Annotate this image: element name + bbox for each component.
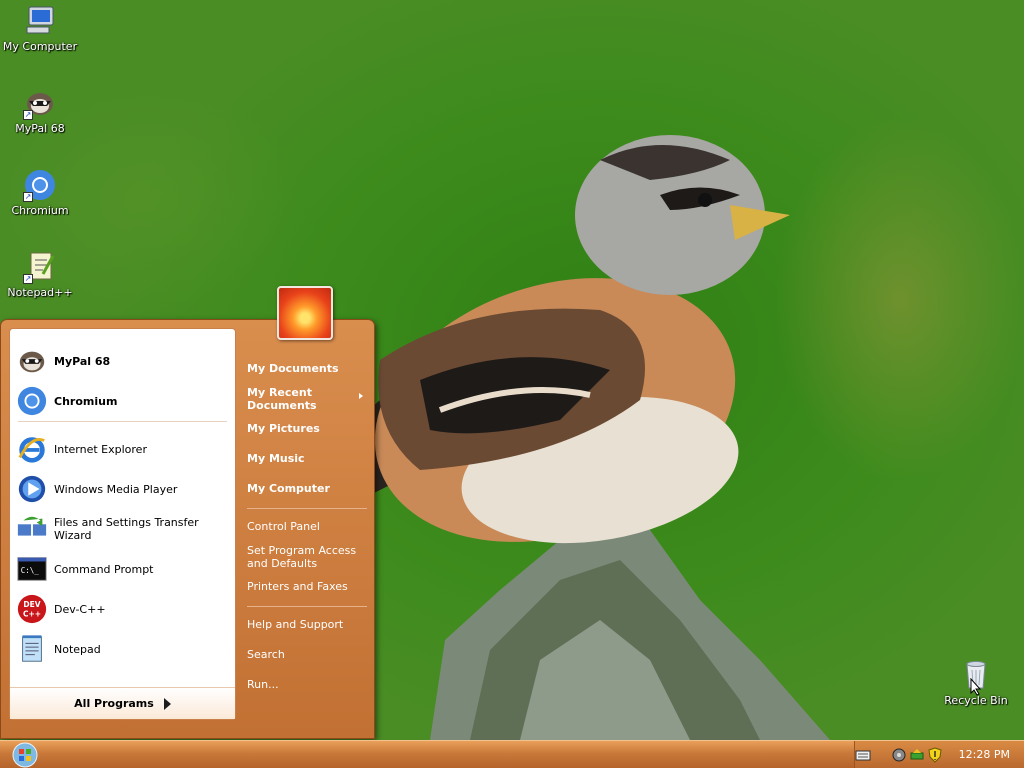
start-place-run[interactable]: Run... [247, 678, 371, 691]
start-item-internet-explorer[interactable]: Internet Explorer [16, 431, 231, 467]
desktop-icon-mypal[interactable]: ↗ MyPal 68 [0, 86, 80, 135]
safely-remove-icon[interactable] [909, 747, 925, 763]
windows-logo-icon [12, 742, 38, 768]
start-item-label: Internet Explorer [54, 442, 147, 456]
taskbar: 12:28 PM [0, 740, 1024, 768]
shortcut-arrow-icon: ↗ [23, 192, 33, 202]
mypal-icon: ↗ [23, 86, 57, 120]
command-prompt-icon: C:\_ [16, 553, 48, 585]
start-item-label: MyPal 68 [54, 354, 111, 368]
start-item-label: Notepad [54, 642, 101, 656]
security-shield-icon[interactable] [927, 747, 943, 763]
desktop-icon-label: Chromium [11, 204, 69, 217]
chromium-icon: ↗ [23, 168, 57, 202]
start-place-my-documents[interactable]: My Documents [247, 362, 371, 375]
place-label: Control Panel [247, 520, 320, 533]
desktop-icon-my-computer[interactable]: My Computer [0, 4, 80, 53]
start-menu-places-pane: My Documents My Recent Documents My Pict… [241, 350, 371, 730]
start-place-printers-faxes[interactable]: Printers and Faxes [247, 580, 371, 593]
desktop-icon-notepadpp[interactable]: ↗ Notepad++ [0, 250, 80, 299]
devcpp-icon: DEV C++ [16, 593, 48, 625]
start-item-devcpp[interactable]: DEV C++ Dev-C++ [16, 591, 231, 627]
place-label: Help and Support [247, 618, 344, 631]
start-menu-separator [247, 508, 367, 509]
start-item-command-prompt[interactable]: C:\_ Command Prompt [16, 551, 231, 587]
keyboard-icon[interactable] [855, 747, 871, 763]
start-item-label: Command Prompt [54, 562, 154, 576]
system-tray: 12:28 PM [854, 741, 1024, 768]
place-label: and Defaults [247, 557, 318, 570]
chromium-icon [16, 385, 48, 417]
start-place-my-pictures[interactable]: My Pictures [247, 422, 371, 435]
arrow-right-icon [163, 697, 171, 710]
start-button[interactable] [8, 742, 42, 768]
svg-text:C++: C++ [23, 610, 41, 619]
desktop-icon-chromium[interactable]: ↗ Chromium [0, 168, 80, 217]
all-programs-label: All Programs [74, 697, 154, 710]
start-menu: MyPal 68 Chromium Internet Explorer Wind… [0, 319, 375, 739]
start-item-mypal[interactable]: MyPal 68 [16, 343, 231, 379]
place-label: Documents [247, 399, 317, 412]
place-label: Printers and Faxes [247, 580, 348, 593]
taskbar-clock[interactable]: 12:28 PM [959, 748, 1010, 761]
start-item-label: Dev-C++ [54, 602, 106, 616]
mypal-icon [16, 345, 48, 377]
desktop-icon-label: MyPal 68 [15, 122, 65, 135]
place-label: My Recent [247, 386, 312, 399]
computer-icon [23, 4, 57, 38]
desktop-icon-label: Notepad++ [7, 286, 73, 299]
place-label: Search [247, 648, 285, 661]
svg-text:DEV: DEV [23, 600, 40, 609]
start-place-search[interactable]: Search [247, 648, 371, 661]
start-menu-programs-pane: MyPal 68 Chromium Internet Explorer Wind… [9, 328, 236, 720]
submenu-arrow-icon [359, 393, 363, 399]
start-item-notepad[interactable]: Notepad [16, 631, 231, 667]
start-place-my-music[interactable]: My Music [247, 452, 371, 465]
shortcut-arrow-icon: ↗ [23, 274, 33, 284]
place-label: My Computer [247, 482, 330, 495]
start-place-help-support[interactable]: Help and Support [247, 618, 371, 631]
start-place-my-recent-documents[interactable]: My Recent Documents [247, 386, 371, 412]
start-item-label: Files and Settings Transfer Wizard [54, 516, 199, 542]
start-item-chromium[interactable]: Chromium [16, 383, 231, 419]
network-icon[interactable] [891, 747, 907, 763]
place-label: Set Program Access [247, 544, 357, 557]
start-item-media-player[interactable]: Windows Media Player [16, 471, 231, 507]
place-label: My Music [247, 452, 305, 465]
media-player-icon [16, 473, 48, 505]
all-programs-button[interactable]: All Programs [10, 687, 235, 719]
start-place-control-panel[interactable]: Control Panel [247, 520, 371, 533]
desktop-icon-label: My Computer [2, 40, 78, 53]
start-place-my-computer[interactable]: My Computer [247, 482, 371, 495]
notepadpp-icon: ↗ [23, 250, 57, 284]
place-label: My Documents [247, 362, 339, 375]
start-item-transfer-wizard[interactable]: Files and Settings Transfer Wizard [16, 511, 231, 547]
notepad-icon [16, 633, 48, 665]
place-label: Run... [247, 678, 279, 691]
start-item-label: Chromium [54, 394, 118, 408]
mouse-cursor-icon [970, 678, 982, 696]
start-item-label: Windows Media Player [54, 482, 178, 496]
place-label: My Pictures [247, 422, 320, 435]
user-picture[interactable] [277, 286, 333, 340]
shortcut-arrow-icon: ↗ [23, 110, 33, 120]
start-menu-separator [18, 421, 227, 422]
transfer-wizard-icon [16, 513, 48, 545]
start-menu-separator [247, 606, 367, 607]
svg-text:C:\_: C:\_ [21, 566, 40, 575]
start-place-set-program-access[interactable]: Set Program Access and Defaults [247, 544, 371, 570]
internet-explorer-icon [16, 433, 48, 465]
